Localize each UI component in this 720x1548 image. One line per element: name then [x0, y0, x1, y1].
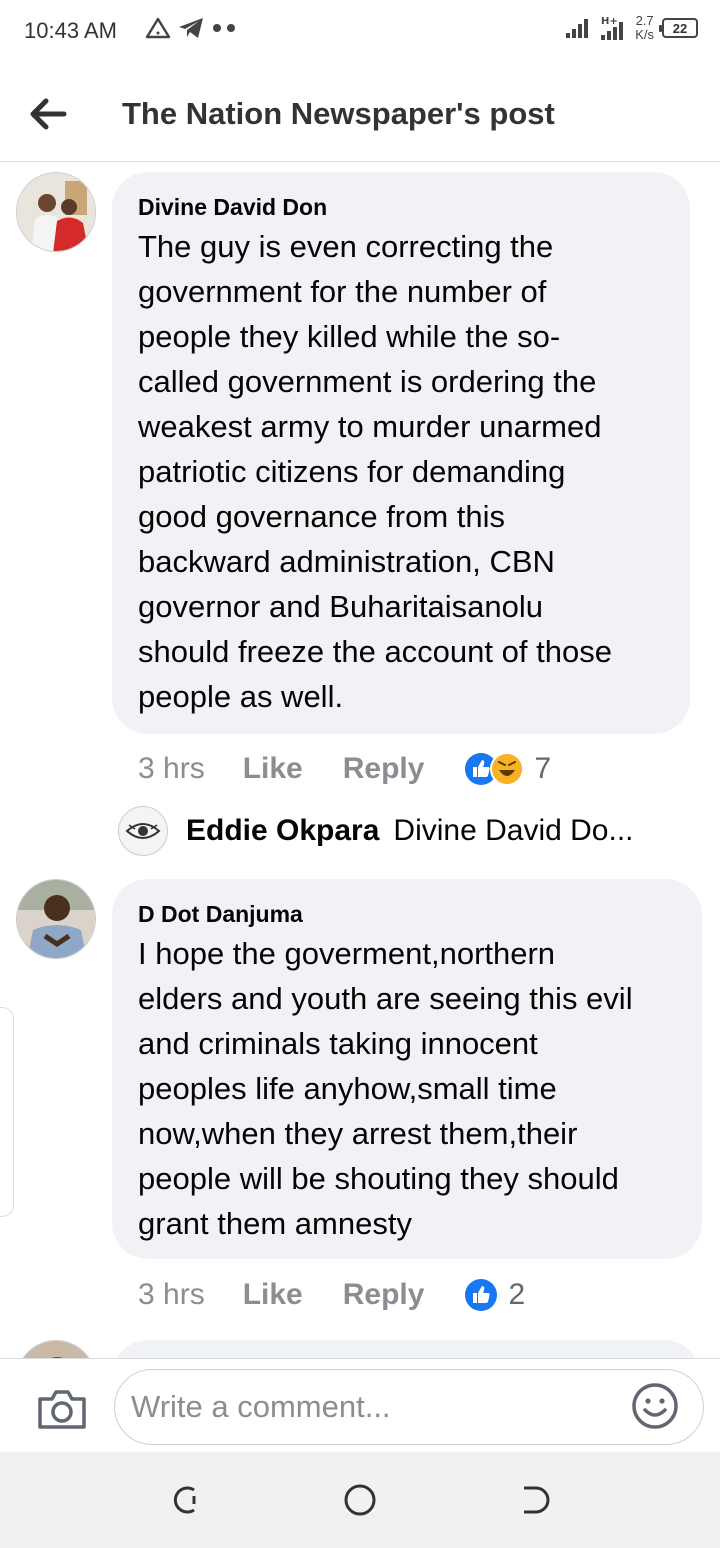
avatar[interactable] — [16, 1340, 96, 1358]
comment-line: people will be shouting they should — [138, 1161, 619, 1196]
comment-composer — [0, 1358, 720, 1452]
avatar[interactable] — [118, 806, 168, 856]
emoji-icon[interactable] — [630, 1381, 680, 1431]
comment-line: grant them amnesty — [138, 1206, 412, 1241]
battery-level: 22 — [672, 20, 688, 36]
network-speed-value: 2.7 — [635, 13, 654, 28]
comment-line: weakest army to murder unarmed — [138, 409, 602, 444]
status-time: 10:43 AM — [24, 18, 117, 43]
comment-line: I hope the goverment,northern — [138, 936, 556, 971]
back-nav-icon[interactable] — [518, 1482, 554, 1518]
comment-text: I hope the goverment,northern elders and… — [138, 931, 633, 1246]
eye-logo-icon — [125, 823, 161, 839]
more-dots-icon — [213, 24, 235, 32]
comment-line: elders and youth are seeing this evil — [138, 981, 633, 1016]
reply-author[interactable]: Eddie Okpara — [186, 814, 379, 848]
reply-preview[interactable]: Eddie Okpara Divine David Do... — [118, 806, 634, 856]
comment-line: governor and Buharitaisanolu — [138, 589, 543, 624]
comment-time: 3 hrs — [138, 752, 205, 785]
reaction-summary[interactable]: 7 — [464, 752, 551, 786]
avatar-photo — [17, 880, 95, 958]
comment-line: peoples life anyhow,small time — [138, 1071, 557, 1106]
avatar-photo — [17, 1341, 95, 1358]
comment-text: The guy is even correcting the governmen… — [138, 224, 612, 719]
battery-icon: 22 — [659, 18, 698, 38]
comment-line: now,when they arrest them,their — [138, 1116, 578, 1151]
comment-author[interactable]: D Dot Danjuma — [138, 901, 303, 928]
page-title: The Nation Newspaper's post — [122, 96, 555, 131]
comment-line: good governance from this — [138, 499, 506, 534]
avatar[interactable] — [16, 172, 96, 252]
status-notification-icons — [145, 16, 237, 40]
comment-meta: 3 hrs Like Reply 2 — [138, 1278, 525, 1312]
network-speed: 2.7 K/s — [635, 14, 654, 42]
comment-author[interactable]: Divine David Don — [138, 194, 327, 221]
status-system-icons: H+ 2.7 K/s 22 — [565, 14, 698, 42]
recent-apps-icon[interactable] — [168, 1482, 204, 1518]
comment-line: people they killed while the so- — [138, 319, 561, 354]
reply-button[interactable]: Reply — [343, 752, 425, 786]
telegram-icon — [179, 18, 203, 38]
comment-line: called government is ordering the — [138, 364, 597, 399]
signal-icon — [566, 19, 589, 38]
comment-line: and criminals taking innocent — [138, 1026, 538, 1061]
comment-bubble[interactable] — [112, 1340, 700, 1358]
like-button[interactable]: Like — [243, 1278, 303, 1312]
comment-line: The guy is even correcting the — [138, 229, 554, 264]
comment-bubble[interactable]: Divine David Don The guy is even correct… — [112, 172, 690, 734]
like-reaction-icon — [465, 1279, 498, 1311]
system-navigation-bar — [0, 1452, 720, 1548]
comment-meta: 3 hrs Like Reply 7 — [138, 752, 551, 786]
svg-text:H+: H+ — [601, 16, 618, 27]
home-icon[interactable] — [342, 1482, 378, 1518]
like-button[interactable]: Like — [243, 752, 303, 786]
camera-icon[interactable] — [36, 1387, 88, 1431]
comment-input[interactable] — [114, 1369, 704, 1445]
network-speed-unit: K/s — [635, 27, 654, 42]
comment-time: 3 hrs — [138, 1278, 205, 1311]
reaction-summary[interactable]: 2 — [464, 1278, 525, 1312]
comment-line: backward administration, CBN — [138, 544, 555, 579]
back-arrow-icon[interactable] — [26, 92, 70, 136]
floating-side-tab[interactable] — [0, 1007, 14, 1217]
avatar[interactable] — [16, 879, 96, 959]
avatar-photo — [17, 173, 95, 251]
reaction-count: 2 — [508, 1278, 526, 1311]
comment-line: patriotic citizens for demanding — [138, 454, 566, 489]
reply-button[interactable]: Reply — [343, 1278, 425, 1312]
alert-triangle-icon — [145, 17, 171, 39]
haha-reaction-icon — [490, 752, 525, 786]
reaction-count: 7 — [534, 752, 552, 785]
status-bar: 10:43 AM H+ 2.7 K/s 22 — [0, 0, 720, 66]
comment-line: people as well. — [138, 679, 344, 714]
post-header: The Nation Newspaper's post — [0, 66, 720, 162]
comment-line: should freeze the account of those — [138, 634, 612, 669]
comments-list[interactable]: Divine David Don The guy is even correct… — [0, 162, 720, 1358]
reply-snippet: Divine David Do... — [393, 814, 634, 847]
comment-line: government for the number of — [138, 274, 547, 309]
signal-h-plus-icon: H+ — [601, 16, 624, 40]
comment-bubble[interactable]: D Dot Danjuma I hope the goverment,north… — [112, 879, 702, 1259]
